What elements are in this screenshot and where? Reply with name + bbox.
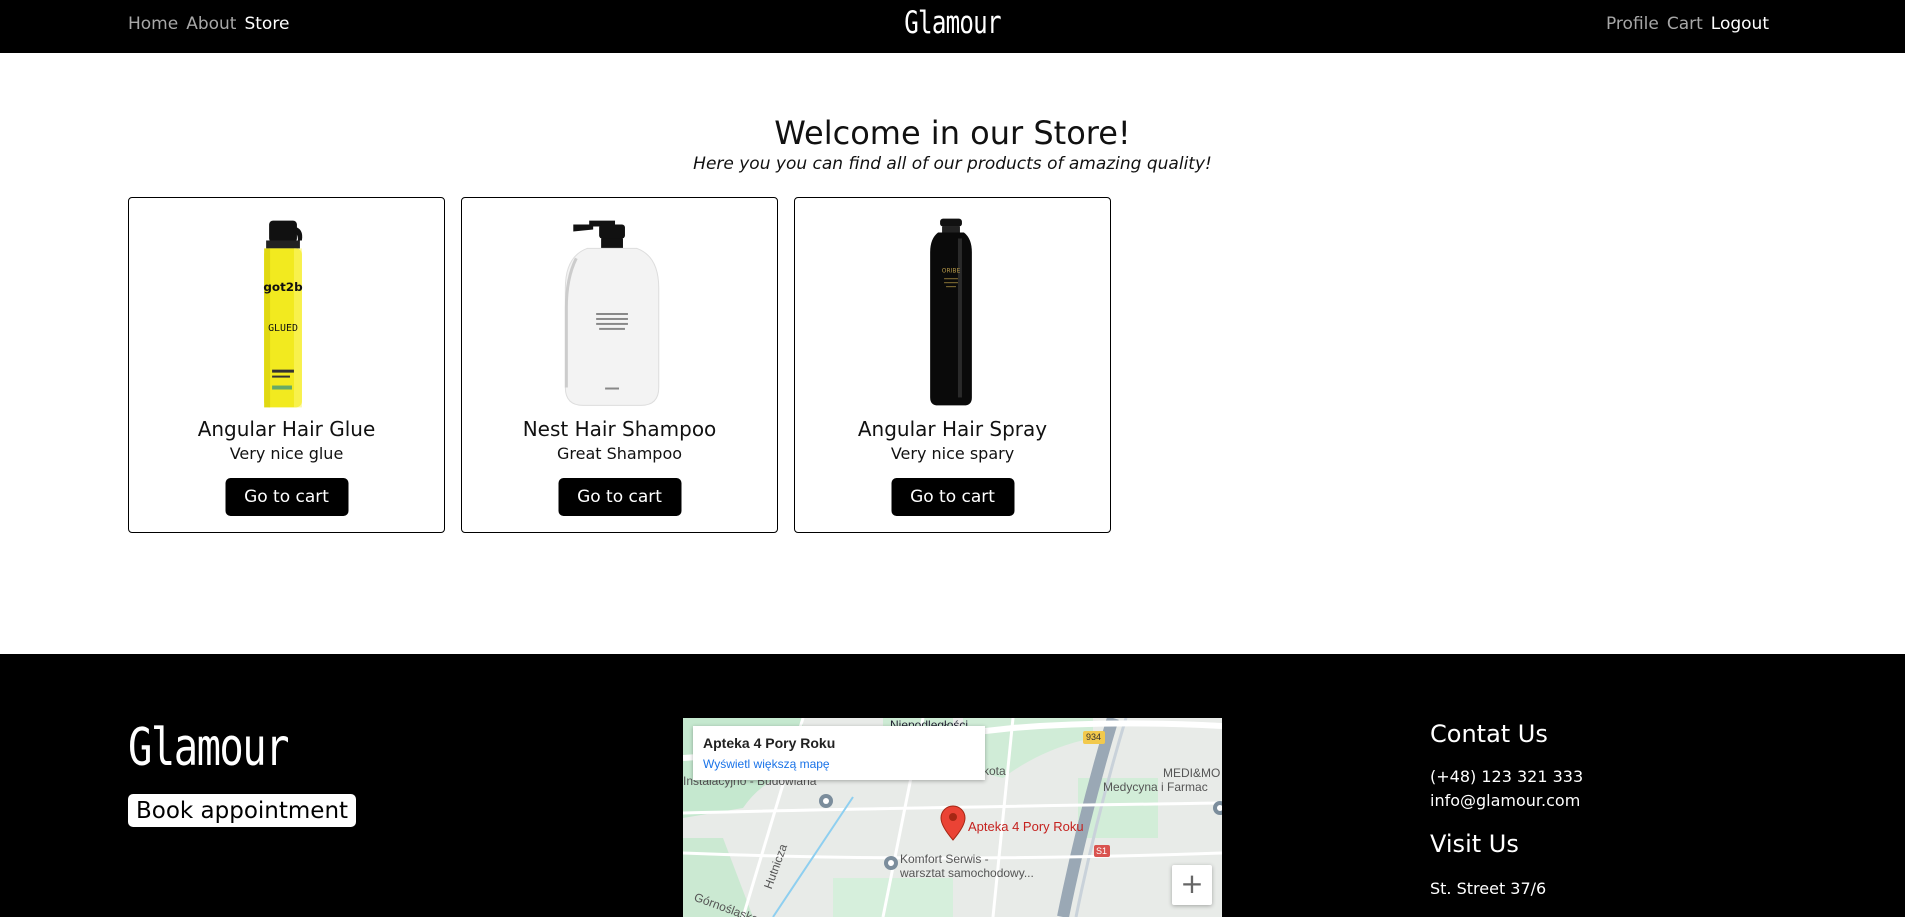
- nav-profile-link[interactable]: Profile: [1606, 14, 1659, 34]
- map-label: Medycyna i Farmac: [1103, 780, 1208, 794]
- contact-phone: (+48) 123 321 333: [1430, 767, 1584, 786]
- book-appointment-button[interactable]: Book appointment: [128, 794, 357, 827]
- brand-logo[interactable]: Glamour: [210, 5, 1696, 41]
- nav-cart-link[interactable]: Cart: [1667, 14, 1703, 34]
- product-description: Very nice glue: [229, 444, 344, 463]
- product-description: Great Shampoo: [556, 444, 683, 463]
- product-image-hair-glue: got2b GLUED: [263, 220, 303, 408]
- product-description: Very nice spary: [890, 444, 1015, 463]
- product-card: Nest Hair Shampoo Great Shampoo Go to ca…: [461, 197, 778, 533]
- product-name: Angular Hair Spray: [857, 417, 1048, 441]
- visit-address: St. Street 37/6: [1430, 879, 1547, 898]
- go-to-cart-button[interactable]: Go to cart: [558, 478, 681, 516]
- footer: Glamour Book appointment Niepodległości …: [0, 654, 1905, 917]
- page-title: Welcome in our Store!: [774, 114, 1131, 152]
- map-label: Komfort Serwis -: [900, 852, 989, 866]
- contact-heading: Contat Us: [1430, 720, 1548, 748]
- page-subtitle: Here you you can find all of our product…: [693, 154, 1212, 174]
- nav-right-links: Profile Cart Logout: [1606, 14, 1769, 34]
- nav-logout-link[interactable]: Logout: [1711, 14, 1769, 34]
- go-to-cart-button[interactable]: Go to cart: [225, 478, 348, 516]
- nav-home-link[interactable]: Home: [128, 14, 178, 34]
- map-marker-label[interactable]: Apteka 4 Pory Roku: [968, 819, 1084, 834]
- map-zoom-in-button[interactable]: +: [1172, 865, 1212, 905]
- contact-email: info@glamour.com: [1430, 791, 1581, 810]
- map-road-shield: 934: [1086, 732, 1102, 742]
- product-image-shampoo: [564, 220, 660, 406]
- view-larger-map-link[interactable]: Wyświetl większą mapę: [703, 757, 830, 771]
- map-label: warsztat samochodowy...: [900, 866, 1034, 880]
- map-label: MEDI&MO: [1163, 766, 1221, 780]
- map-road-shield: S1: [1096, 846, 1108, 856]
- product-card: got2b GLUED Angular Hair Glue Very nice …: [128, 197, 445, 533]
- embedded-map[interactable]: Niepodległości 934 Instalacyjno - Budowl…: [683, 718, 1222, 917]
- map-place-card: Apteka 4 Pory Roku Wyświetl większą mapę: [693, 726, 985, 780]
- svg-text:ORIBE: ORIBE: [942, 267, 961, 274]
- navbar: Home About Store Glamour Profile Cart Lo…: [0, 0, 1905, 53]
- product-name: Angular Hair Glue: [197, 417, 376, 441]
- product-card: ORIBE Angular Hair Spray Very nice spary…: [794, 197, 1111, 533]
- product-name: Nest Hair Shampoo: [522, 417, 717, 441]
- visit-heading: Visit Us: [1430, 830, 1519, 858]
- footer-brand-logo: Glamour: [128, 718, 290, 778]
- go-to-cart-button[interactable]: Go to cart: [891, 478, 1014, 516]
- product-image-hair-spray: ORIBE: [930, 218, 972, 406]
- map-label: kota: [983, 764, 1006, 778]
- svg-text:got2b: got2b: [263, 280, 302, 294]
- map-place-title: Apteka 4 Pory Roku: [703, 735, 836, 751]
- svg-text:GLUED: GLUED: [268, 323, 298, 334]
